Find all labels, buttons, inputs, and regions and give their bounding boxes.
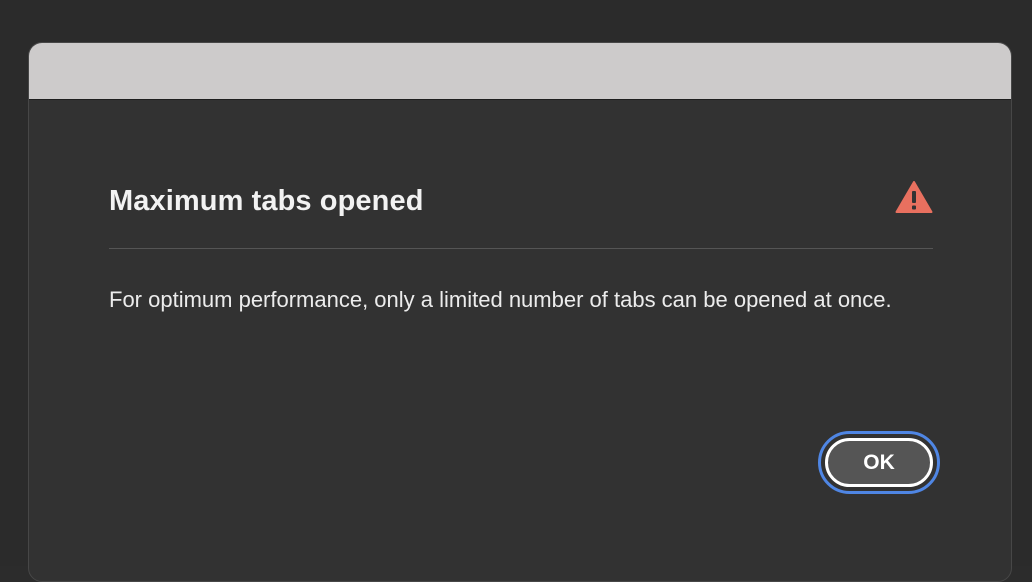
dialog-message: For optimum performance, only a limited …	[109, 287, 892, 312]
alert-dialog: Maximum tabs opened For optimum performa…	[28, 42, 1012, 582]
alert-triangle-icon	[895, 181, 933, 213]
dialog-title: Maximum tabs opened	[109, 185, 424, 217]
dialog-titlebar[interactable]	[29, 43, 1011, 100]
dialog-divider	[109, 248, 933, 249]
ok-button[interactable]: OK	[825, 438, 933, 487]
ok-button-focus-ring: OK	[818, 431, 940, 494]
